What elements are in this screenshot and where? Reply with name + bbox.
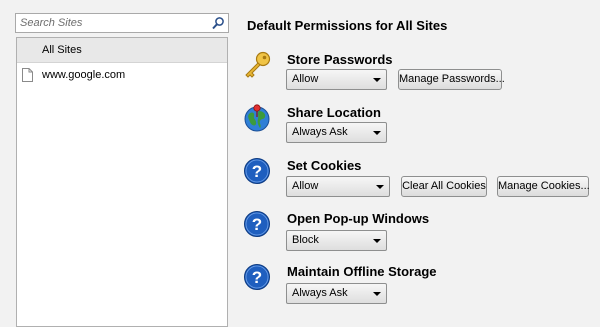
offline-storage-value: Always Ask (292, 287, 348, 299)
set-cookies-value: Allow (292, 180, 319, 192)
search-input[interactable] (16, 14, 210, 32)
store-passwords-value: Allow (292, 73, 319, 85)
search-box[interactable] (15, 13, 229, 33)
list-item-all-sites[interactable]: All Sites (17, 38, 227, 63)
popup-windows-label: Open Pop-up Windows (287, 211, 430, 226)
share-location-value: Always Ask (292, 126, 348, 138)
key-icon (245, 51, 271, 78)
popup-windows-select[interactable]: Block (286, 230, 387, 251)
svg-text:?: ? (252, 215, 262, 234)
site-list[interactable]: All Sites www.google.com (16, 37, 228, 327)
list-item-site[interactable]: www.google.com (17, 63, 227, 87)
help-icon: ? (244, 211, 270, 237)
page-icon (22, 68, 33, 82)
chevron-down-icon (373, 239, 381, 243)
set-cookies-label: Set Cookies (287, 158, 362, 173)
offline-storage-select[interactable]: Always Ask (286, 283, 387, 304)
chevron-down-icon (376, 185, 384, 189)
store-passwords-select[interactable]: Allow (286, 69, 387, 90)
clear-all-cookies-button[interactable]: Clear All Cookies (401, 176, 487, 197)
manage-passwords-button[interactable]: Manage Passwords... (398, 69, 505, 90)
help-icon: ? (244, 264, 270, 290)
chevron-down-icon (373, 131, 381, 135)
store-passwords-label: Store Passwords (287, 52, 393, 67)
svg-text:?: ? (252, 268, 262, 287)
page-title: Default Permissions for All Sites (247, 18, 448, 33)
chevron-down-icon (373, 292, 381, 296)
search-icon[interactable] (211, 16, 225, 30)
chevron-down-icon (373, 78, 381, 82)
svg-text:?: ? (252, 162, 262, 181)
site-label: www.google.com (42, 69, 126, 81)
offline-storage-label: Maintain Offline Storage (287, 264, 437, 279)
manage-cookies-button[interactable]: Manage Cookies... (497, 176, 590, 197)
all-sites-label: All Sites (42, 44, 82, 56)
share-location-select[interactable]: Always Ask (286, 122, 387, 143)
share-location-label: Share Location (287, 105, 381, 120)
globe-icon (244, 104, 270, 132)
popup-windows-value: Block (292, 234, 319, 246)
help-icon: ? (244, 158, 270, 184)
set-cookies-select[interactable]: Allow (286, 176, 390, 197)
